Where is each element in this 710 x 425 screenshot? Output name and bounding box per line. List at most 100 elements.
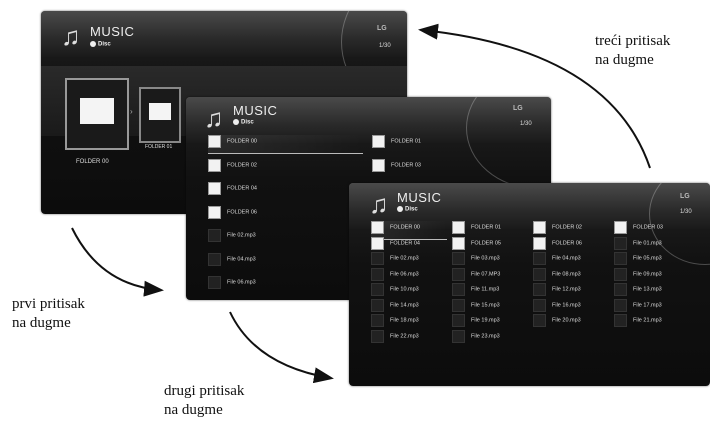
item-label: File 04.mp3 [552, 255, 581, 262]
music-file-icon [371, 267, 384, 281]
arrow-first-press [71, 227, 164, 297]
item-label: FOLDER 06 [227, 209, 257, 215]
music-file-icon [614, 252, 627, 265]
item-label: File 10.mp3 [390, 286, 419, 293]
page-indicator: 1/30 [379, 43, 391, 49]
music-file-icon [208, 276, 221, 289]
caption-third-press: treći pritisak na dugme [595, 32, 670, 70]
folder-icon [452, 236, 465, 250]
music-file-icon [452, 267, 465, 281]
file-item[interactable]: File 22.mp3 [371, 329, 447, 348]
music-file-icon [452, 314, 465, 327]
folder-icon [533, 236, 546, 250]
item-label: File 03.mp3 [471, 255, 500, 262]
folder-item[interactable]: FOLDER 02 [208, 158, 363, 177]
music-file-icon [371, 314, 384, 327]
file-item[interactable]: File 06.mp3 [208, 276, 363, 294]
music-file-icon [533, 267, 546, 281]
source-label: Disc [397, 206, 418, 213]
music-file-icon [371, 329, 384, 343]
file-item[interactable]: File 21.mp3 [614, 314, 690, 332]
caption-second-press: drugi pritisak na dugme [164, 382, 244, 420]
item-label: File 23.mp3 [471, 333, 500, 339]
caption-line: treći pritisak [595, 33, 671, 49]
item-label: File 17.mp3 [633, 302, 662, 308]
file-item[interactable]: File 02.mp3 [208, 229, 363, 247]
item-label: File 21.mp3 [633, 317, 662, 324]
caption-first-press: prvi pritisak na dugme [12, 295, 85, 333]
folder-icon [208, 158, 221, 172]
folder-thumbnail[interactable] [139, 87, 181, 143]
lg-logo: LG [680, 193, 690, 200]
folder-item[interactable]: FOLDER 06 [208, 205, 363, 224]
item-label: FOLDER 00 [390, 224, 420, 231]
music-file-icon [208, 229, 221, 242]
music-note-icon: ♫ [369, 189, 389, 219]
item-label: File 20.mp3 [552, 317, 581, 324]
item-label: File 19.mp3 [471, 317, 500, 324]
music-note-icon: ♫ [204, 103, 224, 133]
music-screen-four-column-list: ♫ MUSIC Disc LG 1/30 FOLDER 00 FOLDER 01 F… [349, 183, 710, 386]
folder-item[interactable]: FOLDER 04 [208, 182, 363, 200]
caption-line: prvi pritisak [12, 296, 85, 312]
item-label: File 04.mp3 [227, 256, 256, 262]
file-item[interactable]: File 20.mp3 [533, 314, 609, 332]
source-text: Disc [241, 119, 254, 126]
item-label: FOLDER 00 [227, 138, 257, 145]
page-indicator: 1/30 [520, 121, 532, 127]
item-label: File 07.MP3 [471, 271, 501, 277]
file-item[interactable]: File 04.mp3 [208, 252, 363, 271]
music-file-icon [452, 283, 465, 296]
folder-item[interactable]: FOLDER 01 [372, 135, 527, 153]
item-label: File 09.mp3 [633, 271, 662, 277]
screen-title: MUSIC [233, 103, 278, 118]
item-label: File 11.mp3 [471, 286, 500, 293]
folder-label: FOLDER 01 [145, 144, 173, 150]
music-file-icon [371, 283, 384, 296]
music-file-icon [371, 252, 384, 265]
disc-icon [90, 41, 96, 47]
folder-icon [372, 135, 385, 148]
selected-folder-label: FOLDER 00 [76, 159, 109, 165]
folder-item[interactable]: FOLDER 00 [208, 135, 363, 154]
music-file-icon [533, 298, 546, 312]
folder-icon [533, 221, 546, 234]
page-indicator: 1/30 [680, 209, 692, 215]
item-label: File 16.mp3 [552, 302, 581, 308]
item-label: FOLDER 02 [227, 162, 257, 168]
item-label: File 06.mp3 [227, 279, 256, 286]
music-file-icon [614, 283, 627, 296]
folder-icon [208, 135, 221, 148]
source-text: Disc [98, 41, 111, 48]
music-file-icon [533, 283, 546, 296]
folder-icon [208, 182, 221, 195]
disc-icon [397, 206, 403, 212]
music-file-icon [452, 298, 465, 312]
source-label: Disc [233, 119, 254, 126]
item-label: FOLDER 04 [390, 240, 420, 246]
lg-logo: LG [377, 25, 387, 32]
item-label: File 14.mp3 [390, 302, 419, 308]
caption-line: drugi pritisak [164, 383, 245, 399]
item-label: File 22.mp3 [390, 333, 419, 339]
music-file-icon [208, 252, 221, 266]
screen-title: MUSIC [397, 190, 442, 205]
folder-icon [208, 205, 221, 219]
folder-icon [371, 221, 384, 234]
music-file-icon [533, 252, 546, 265]
item-label: File 06.mp3 [390, 271, 419, 277]
folder-icon [80, 98, 114, 124]
item-label: FOLDER 03 [391, 162, 421, 168]
item-label: File 02.mp3 [227, 232, 256, 239]
caption-line: na dugme [164, 402, 223, 418]
item-label: File 18.mp3 [390, 317, 419, 324]
music-file-icon [533, 314, 546, 327]
arrow-right-icon: › [130, 107, 133, 116]
item-label: File 08.mp3 [552, 271, 581, 277]
folder-thumbnail-selected[interactable] [65, 78, 129, 150]
item-label: FOLDER 02 [552, 224, 582, 231]
folder-item[interactable]: FOLDER 03 [372, 158, 527, 177]
file-item[interactable]: File 23.mp3 [452, 329, 528, 348]
arrow-second-press [229, 311, 334, 384]
item-label: FOLDER 01 [471, 224, 501, 231]
